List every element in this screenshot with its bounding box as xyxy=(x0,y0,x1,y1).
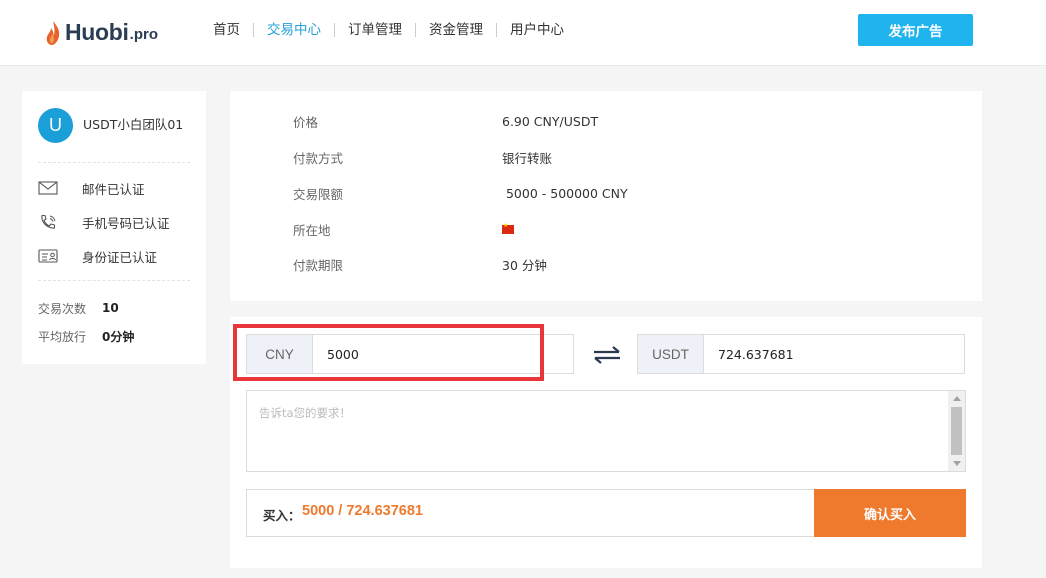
buy-summary-bar: 买入： 5000 / 724.637681 确认买入 xyxy=(246,489,966,537)
stat-value: 0分钟 xyxy=(102,329,135,344)
stat-avg-release: 平均放行 0分钟 xyxy=(38,328,134,344)
logo-wordmark: Huobi xyxy=(65,19,129,45)
detail-label: 交易限额 xyxy=(293,186,344,202)
verification-phone: 手机号码已认证 xyxy=(38,212,170,232)
nav-fund-management[interactable]: 资金管理 xyxy=(416,20,496,40)
swap-arrows-icon[interactable] xyxy=(592,346,622,364)
detail-label: 价格 xyxy=(293,114,319,130)
message-textarea[interactable] xyxy=(247,391,948,471)
divider xyxy=(38,280,190,281)
usdt-amount-field: USDT xyxy=(637,334,965,374)
detail-value: 6.90 CNY/USDT xyxy=(502,113,599,129)
message-box xyxy=(246,390,966,472)
stat-label: 平均放行 xyxy=(38,329,87,344)
buy-label: 买入： xyxy=(263,508,301,523)
scroll-up-icon[interactable] xyxy=(953,396,961,401)
nav-order-management[interactable]: 订单管理 xyxy=(335,20,415,40)
top-header: Huobi .pro 首页 交易中心 订单管理 资金管理 用户中心 发布广告 xyxy=(0,0,1046,66)
usdt-amount-input[interactable] xyxy=(704,335,964,373)
main-nav: 首页 交易中心 订单管理 资金管理 用户中心 xyxy=(200,20,577,40)
logo-suffix: .pro xyxy=(129,26,158,43)
avatar: U xyxy=(38,108,73,143)
detail-value: 30 分钟 xyxy=(502,257,547,273)
detail-trade-limit: 交易限额 5000 - 500000 CNY xyxy=(293,184,628,202)
confirm-buy-button[interactable]: 确认买入 xyxy=(814,489,966,537)
ad-details-panel: 价格 6.90 CNY/USDT 付款方式 银行转账 交易限额 5000 - 5… xyxy=(230,91,982,301)
buy-amount: 5000 / 724.637681 xyxy=(302,503,423,519)
detail-location: 所在地 xyxy=(293,220,514,238)
publish-ad-button[interactable]: 发布广告 xyxy=(858,14,973,46)
nav-trade-center[interactable]: 交易中心 xyxy=(254,20,334,40)
detail-label: 付款期限 xyxy=(293,257,344,273)
verification-label: 身份证已认证 xyxy=(82,249,158,265)
verification-id: 身份证已认证 xyxy=(38,246,157,266)
detail-payment-deadline: 付款期限 30 分钟 xyxy=(293,255,547,273)
detail-value: 银行转账 xyxy=(502,150,553,166)
usdt-tag: USDT xyxy=(638,335,704,373)
mail-icon xyxy=(38,181,58,195)
nav-user-center[interactable]: 用户中心 xyxy=(497,20,577,40)
scroll-down-icon[interactable] xyxy=(953,461,961,466)
detail-price: 价格 6.90 CNY/USDT xyxy=(293,112,598,130)
detail-label: 所在地 xyxy=(293,222,331,238)
flame-icon xyxy=(46,21,60,45)
merchant-card: U USDT小白团队01 邮件已认证 手机号码已认证 身份证已认证 交易次数 1… xyxy=(22,91,206,364)
phone-icon xyxy=(41,214,56,229)
nav-home[interactable]: 首页 xyxy=(200,20,253,40)
verification-label: 邮件已认证 xyxy=(82,181,145,197)
stat-value: 10 xyxy=(102,301,119,315)
highlight-box xyxy=(233,324,544,381)
huobi-logo[interactable]: Huobi .pro xyxy=(44,14,158,46)
stat-label: 交易次数 xyxy=(38,301,87,316)
detail-payment-method: 付款方式 银行转账 xyxy=(293,148,552,166)
verification-label: 手机号码已认证 xyxy=(82,215,170,231)
divider xyxy=(38,162,190,163)
detail-label: 付款方式 xyxy=(293,150,344,166)
scroll-thumb[interactable] xyxy=(951,407,962,455)
stat-trade-count: 交易次数 10 xyxy=(38,300,119,316)
id-card-icon xyxy=(38,249,58,263)
verification-email: 邮件已认证 xyxy=(38,178,145,198)
detail-value: 5000 - 500000 CNY xyxy=(502,185,628,201)
china-flag-icon xyxy=(502,222,514,234)
merchant-name[interactable]: USDT小白团队01 xyxy=(83,117,183,133)
message-scrollbar[interactable] xyxy=(948,391,965,471)
